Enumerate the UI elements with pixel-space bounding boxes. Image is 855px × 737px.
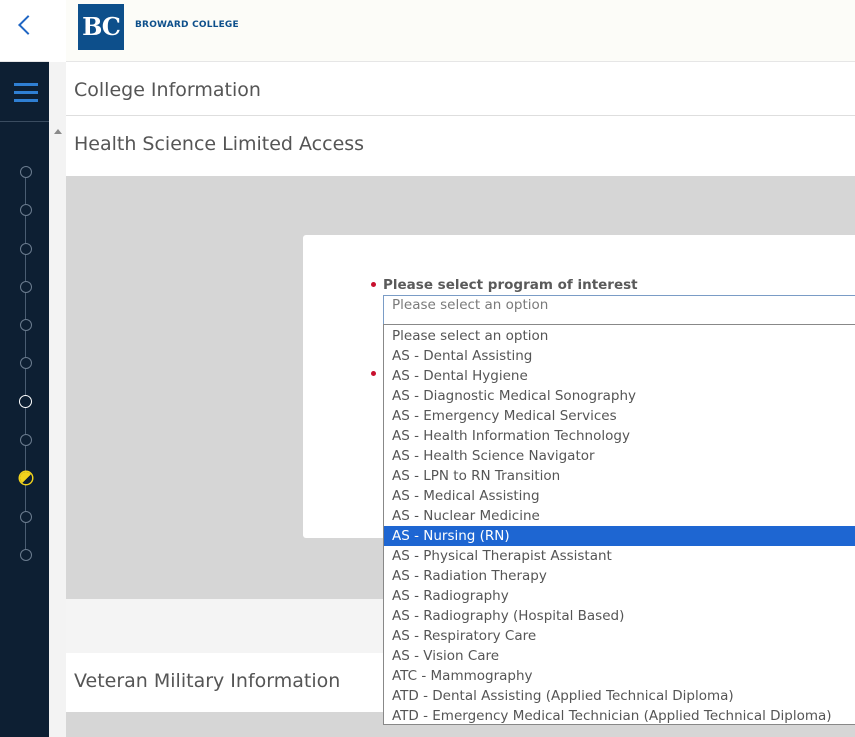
- program-option[interactable]: AS - Physical Therapist Assistant: [384, 546, 855, 566]
- program-option[interactable]: AS - Radiography (Hospital Based): [384, 606, 855, 626]
- step-indicator-icon[interactable]: [20, 166, 32, 178]
- scroll-gutter: [49, 62, 66, 737]
- program-option[interactable]: ATD - Emergency Medical Technician (Appl…: [384, 706, 855, 726]
- program-option[interactable]: AS - Nursing (RN): [384, 526, 855, 546]
- menu-button[interactable]: [0, 62, 49, 122]
- app-header: BC BROWARD COLLEGE: [66, 0, 855, 62]
- chevron-left-icon: [18, 15, 38, 35]
- program-option[interactable]: Please select an option: [384, 326, 855, 346]
- step-indicator-icon[interactable]: [20, 243, 32, 255]
- program-option[interactable]: AS - Medical Assisting: [384, 486, 855, 506]
- program-of-interest-label: Please select program of interest: [383, 277, 638, 293]
- program-option[interactable]: AS - Radiography: [384, 586, 855, 606]
- program-option[interactable]: AS - Dental Assisting: [384, 346, 855, 366]
- program-option[interactable]: ATC - Mammography: [384, 666, 855, 686]
- step-indicator-icon[interactable]: [20, 472, 32, 484]
- step-indicator-icon[interactable]: [20, 204, 32, 216]
- program-option[interactable]: ATD - Dental Assisting (Applied Technica…: [384, 686, 855, 706]
- step-indicator-icon[interactable]: [20, 549, 32, 561]
- divider: [66, 115, 855, 116]
- program-option[interactable]: AS - Nuclear Medicine: [384, 506, 855, 526]
- college-name: BROWARD COLLEGE: [135, 20, 239, 30]
- veteran-military-title[interactable]: Veteran Military Information: [74, 670, 340, 692]
- required-marker: [371, 371, 376, 376]
- program-option[interactable]: AS - Health Information Technology: [384, 426, 855, 446]
- sidebar: [0, 62, 49, 737]
- college-logo: BC: [78, 4, 124, 50]
- scroll-up-icon[interactable]: [54, 129, 62, 134]
- program-option[interactable]: AS - Respiratory Care: [384, 626, 855, 646]
- header-gutter: [49, 0, 66, 62]
- program-option[interactable]: AS - Health Science Navigator: [384, 446, 855, 466]
- program-option[interactable]: AS - Vision Care: [384, 646, 855, 666]
- step-indicator-icon[interactable]: [20, 434, 32, 446]
- step-indicator-icon[interactable]: [20, 511, 32, 523]
- required-marker: [371, 282, 376, 287]
- program-option[interactable]: AS - Diagnostic Medical Sonography: [384, 386, 855, 406]
- college-information-title: College Information: [74, 79, 261, 101]
- program-option[interactable]: AS - Emergency Medical Services: [384, 406, 855, 426]
- back-button[interactable]: [0, 0, 49, 62]
- step-indicator-icon[interactable]: [20, 281, 32, 293]
- step-indicator-icon[interactable]: [19, 395, 32, 408]
- health-science-title: Health Science Limited Access: [74, 133, 365, 155]
- step-indicator-icon[interactable]: [20, 319, 32, 331]
- program-option[interactable]: AS - Radiation Therapy: [384, 566, 855, 586]
- program-of-interest-select[interactable]: Please select an option: [383, 295, 855, 324]
- program-options-dropdown[interactable]: Please select an option AS - Dental Assis…: [383, 324, 855, 725]
- step-indicator-icon[interactable]: [20, 357, 32, 369]
- program-option[interactable]: AS - Dental Hygiene: [384, 366, 855, 386]
- program-option[interactable]: AS - LPN to RN Transition: [384, 466, 855, 486]
